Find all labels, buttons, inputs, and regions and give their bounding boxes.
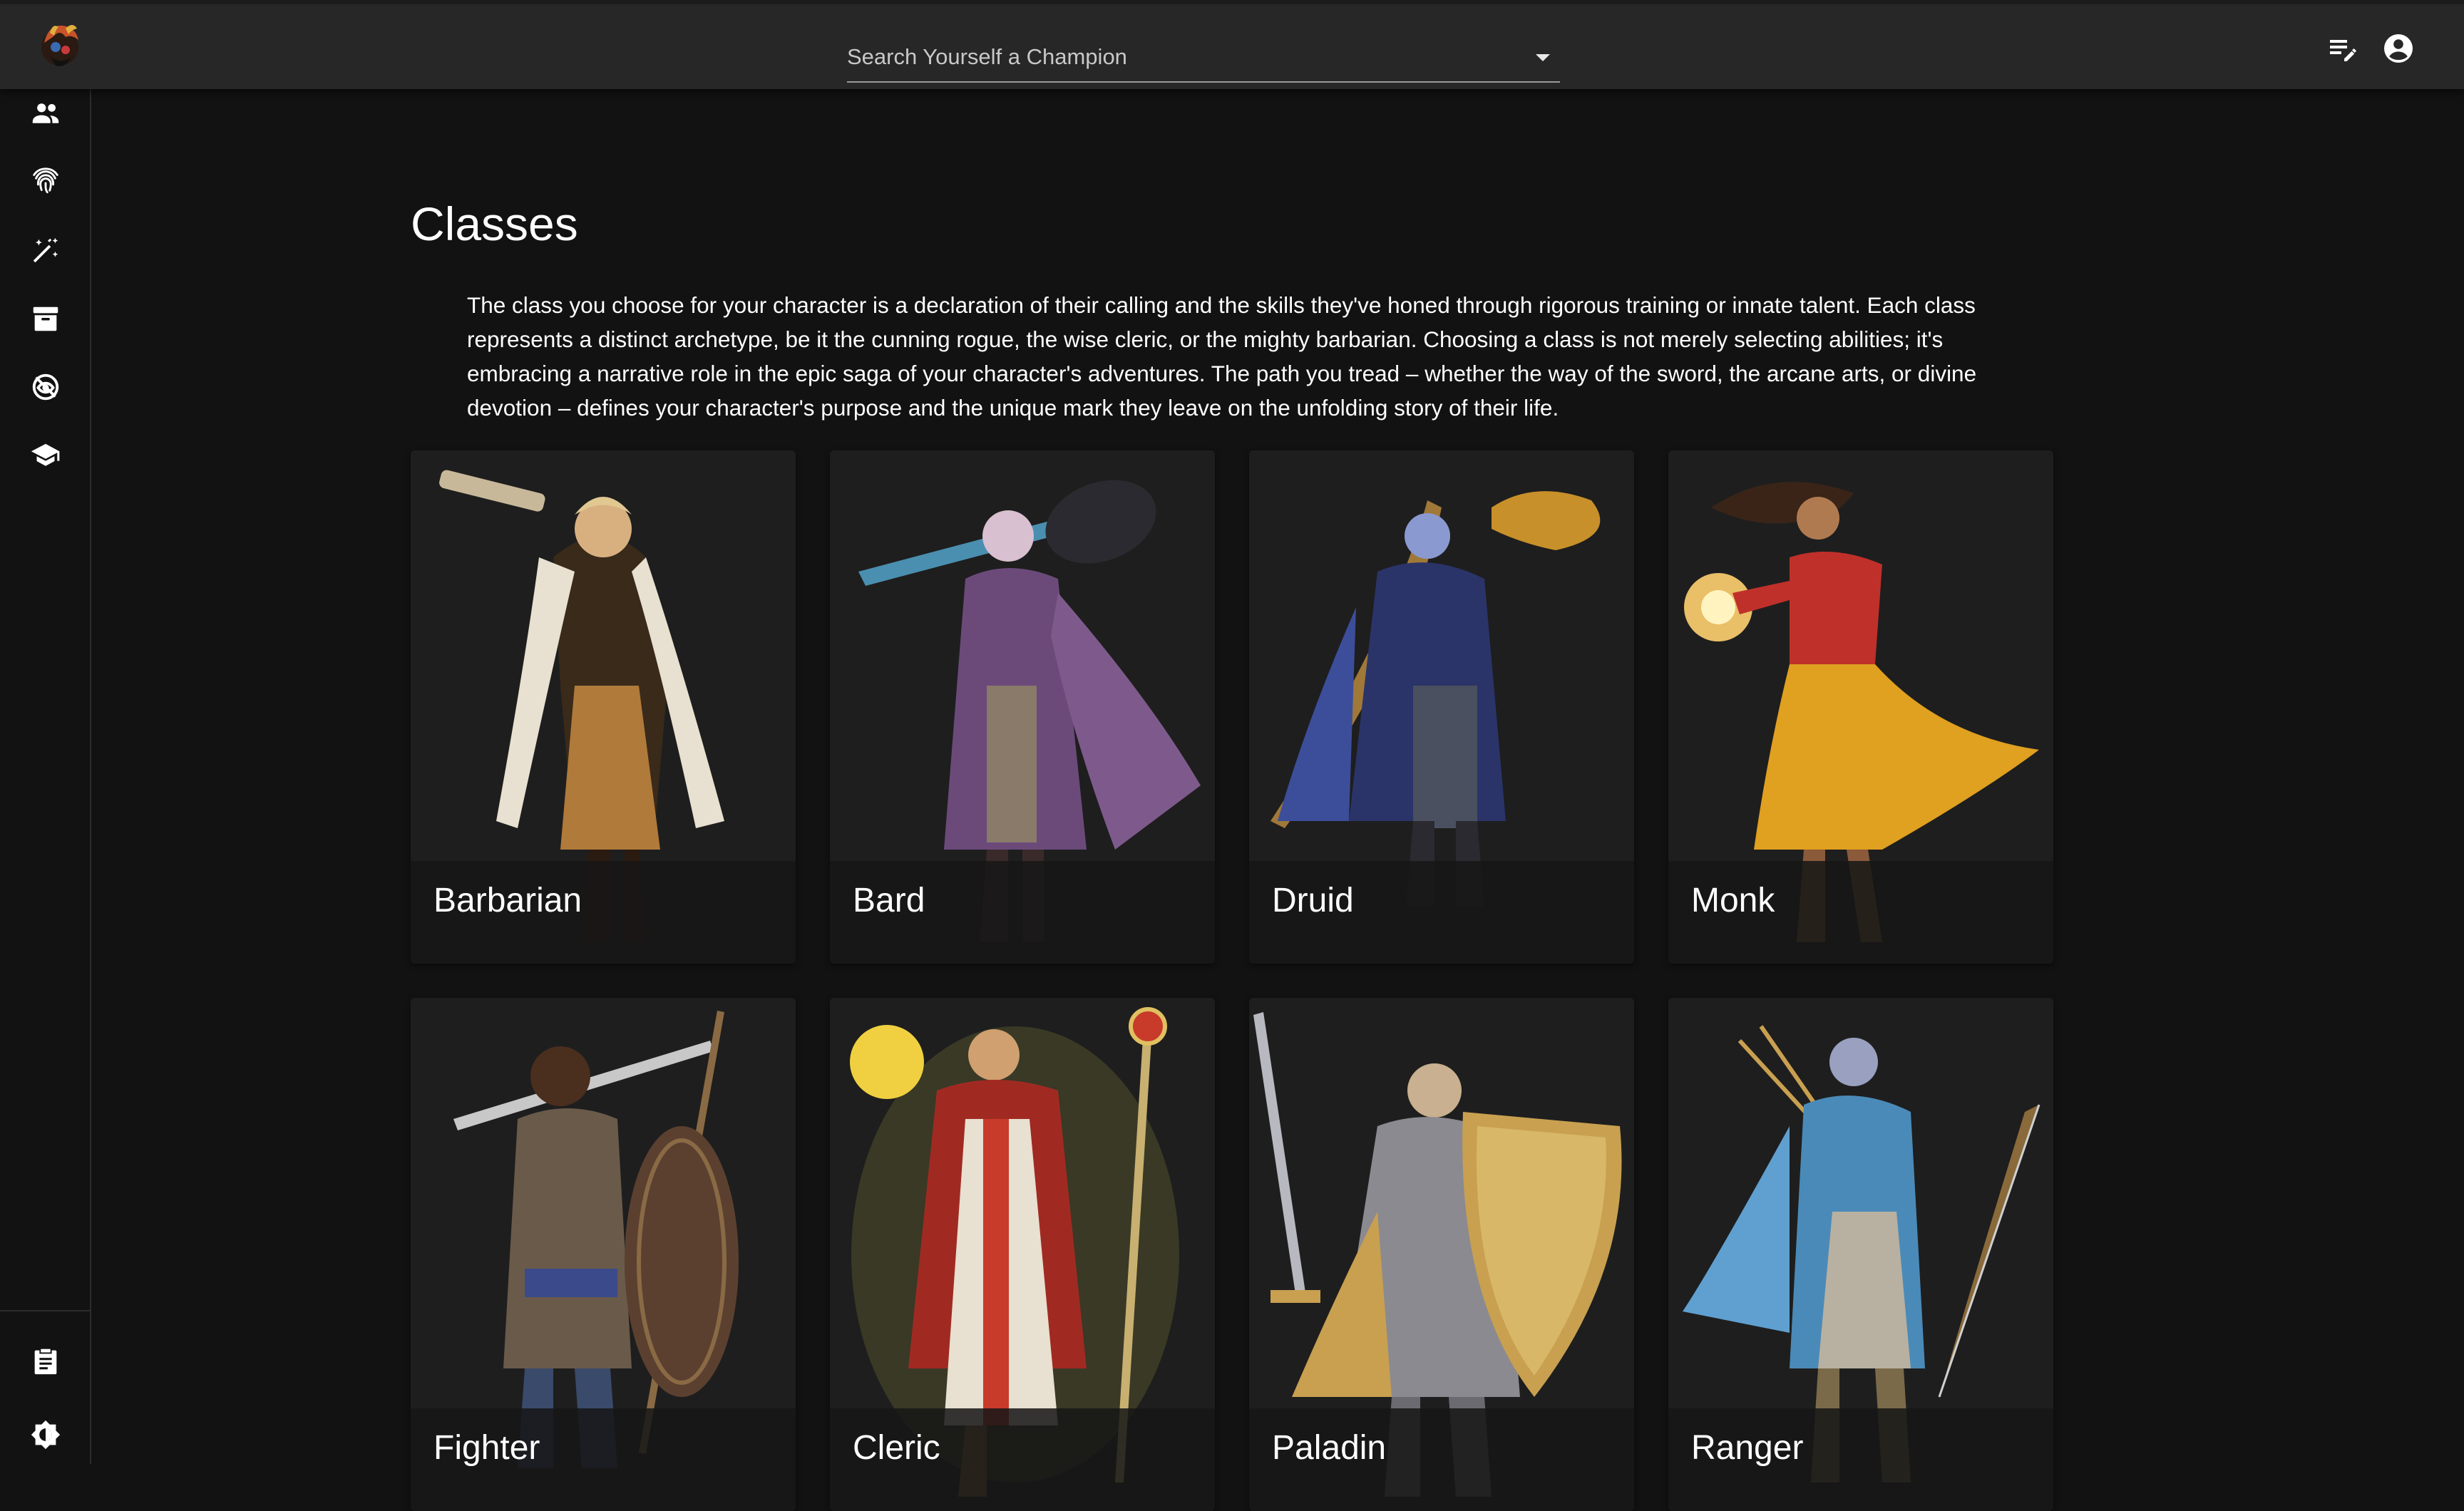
school-icon [31,443,60,466]
top-app-bar [0,0,2464,89]
card-footer: Barbarian [411,861,796,964]
eye-off-icon [32,373,59,401]
brightness-icon [31,1420,61,1450]
account-circle-icon[interactable] [2381,31,2416,66]
nav-archive-icon[interactable] [26,299,66,339]
class-intro-text: The class you choose for your character … [467,292,1977,421]
class-name: Cleric [853,1429,940,1467]
nav-magic-wand-icon[interactable] [26,230,66,270]
dragon-logo-icon[interactable] [34,19,86,73]
card-footer: Fighter [411,1408,796,1511]
card-footer: Ranger [1668,1408,2053,1511]
card-footer: Paladin [1249,1408,1634,1511]
card-footer: Bard [830,861,1215,964]
card-footer: Monk [1668,861,2053,964]
class-name: Monk [1691,882,1775,919]
class-card-paladin[interactable]: Paladin [1249,998,1634,1511]
class-card-druid[interactable]: Druid [1249,450,1634,964]
nav-eye-off-icon[interactable] [26,367,66,407]
card-footer: Cleric [830,1408,1215,1511]
magic-wand-icon [33,237,58,263]
nav-clipboard-icon[interactable] [26,1341,66,1381]
clipboard-icon [34,1348,57,1375]
people-icon [32,103,59,123]
playlist-edit-icon[interactable] [2326,31,2360,66]
fingerprint-icon [33,167,58,194]
class-name: Fighter [433,1429,540,1467]
search-input[interactable] [847,41,1489,73]
nav-fingerprint-icon[interactable] [26,162,66,202]
class-card-bard[interactable]: Bard [830,450,1215,964]
class-card-monk[interactable]: Monk [1668,450,2053,964]
class-card-fighter[interactable]: Fighter [411,998,796,1511]
nav-school-icon[interactable] [26,435,66,475]
archive-icon [33,306,58,331]
class-name: Druid [1272,882,1354,919]
side-navigation [0,89,91,1464]
class-card-ranger[interactable]: Ranger [1668,998,2053,1511]
card-footer: Druid [1249,861,1634,964]
page-title: Classes [411,197,578,250]
nav-divider [0,1310,90,1311]
class-name: Bard [853,882,925,919]
champion-search[interactable] [847,37,1560,83]
nav-people-icon[interactable] [26,93,66,133]
class-name: Ranger [1691,1429,1804,1467]
nav-brightness-icon[interactable] [26,1415,66,1455]
dropdown-arrow-icon[interactable] [1536,54,1550,61]
class-name: Paladin [1272,1429,1387,1467]
class-card-barbarian[interactable]: Barbarian [411,450,796,964]
class-card-cleric[interactable]: Cleric [830,998,1215,1511]
class-name: Barbarian [433,882,582,919]
